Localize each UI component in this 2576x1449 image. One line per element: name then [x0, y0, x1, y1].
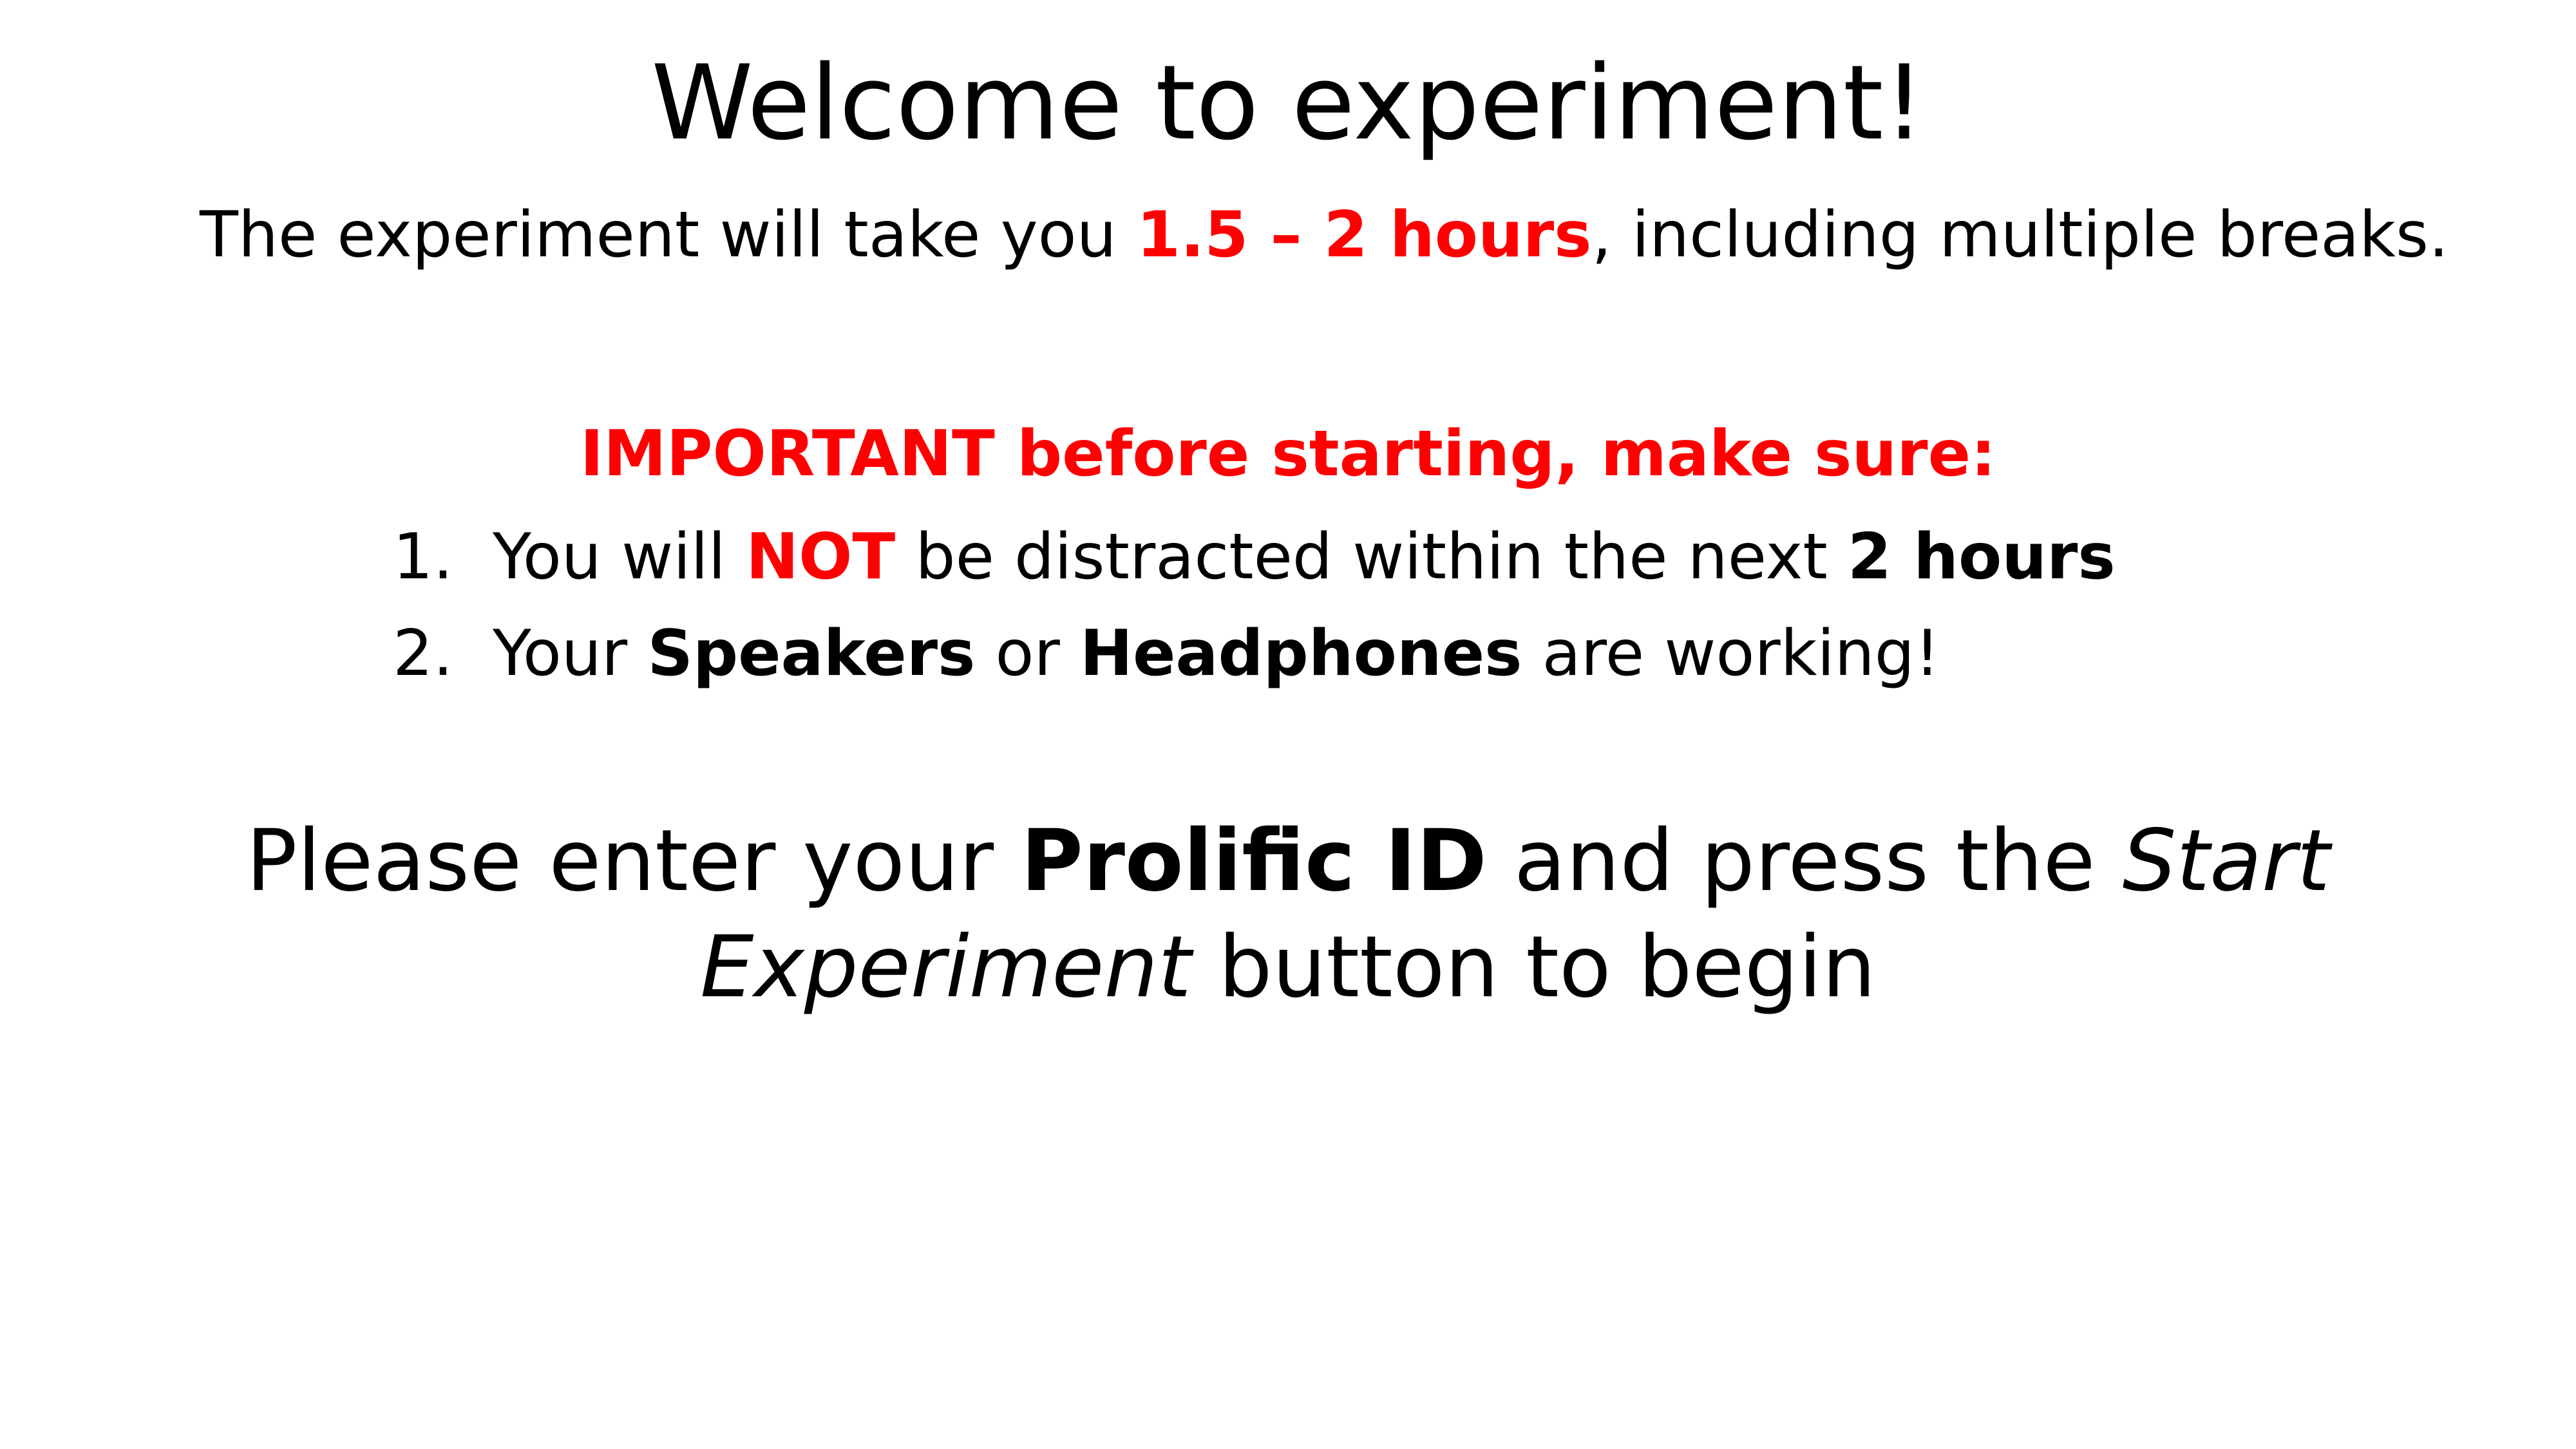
- list-item-text-part: You will: [493, 520, 746, 594]
- important-heading: IMPORTANT before starting, make sure:: [580, 417, 1996, 491]
- requirements-list: 1. You will NOT be distracted within the…: [393, 509, 2116, 702]
- list-item-text: Your Speakers or Headphones are working!: [493, 605, 1940, 702]
- welcome-slide: Welcome to experiment! The experiment wi…: [0, 0, 2576, 1449]
- list-item-text-part: Your: [493, 617, 648, 690]
- duration-value: 1.5 – 2 hours: [1136, 198, 1592, 272]
- list-item-text-part: or: [975, 617, 1080, 690]
- prolific-id-emphasis: Prolific ID: [1021, 811, 1487, 911]
- instruction-line-2: Experiment button to begin: [0, 914, 2576, 1021]
- speakers-emphasis: Speakers: [647, 617, 976, 690]
- list-item: 2. Your Speakers or Headphones are worki…: [393, 605, 2116, 702]
- list-item-text-part: are working!: [1522, 617, 1940, 690]
- instruction-line-1: Please enter your Prolific ID and press …: [0, 808, 2576, 914]
- start-emphasis: Start: [2122, 811, 2331, 911]
- duration-text-before: The experiment will take you: [200, 198, 1137, 272]
- instruction-text-part: Please enter your: [245, 811, 1021, 911]
- instruction-text-part: and press the: [1486, 811, 2123, 911]
- duration-text-after: , including multiple breaks.: [1591, 198, 2449, 272]
- start-instruction: Please enter your Prolific ID and press …: [0, 808, 2576, 1021]
- page-title: Welcome to experiment!: [651, 43, 1925, 163]
- list-item-text-part: be distracted within the next: [895, 520, 1848, 594]
- experiment-emphasis: Experiment: [700, 918, 1191, 1017]
- instruction-text-part: button to begin: [1191, 918, 1876, 1017]
- list-item-number: 2.: [393, 617, 453, 690]
- time-emphasis: 2 hours: [1847, 520, 2116, 594]
- not-emphasis: NOT: [746, 520, 896, 594]
- headphones-emphasis: Headphones: [1079, 617, 1522, 690]
- list-item-text: You will NOT be distracted within the ne…: [493, 509, 2116, 605]
- list-item: 1. You will NOT be distracted within the…: [393, 509, 2116, 605]
- list-item-number: 1.: [393, 520, 453, 594]
- duration-notice: The experiment will take you 1.5 – 2 hou…: [200, 193, 2448, 277]
